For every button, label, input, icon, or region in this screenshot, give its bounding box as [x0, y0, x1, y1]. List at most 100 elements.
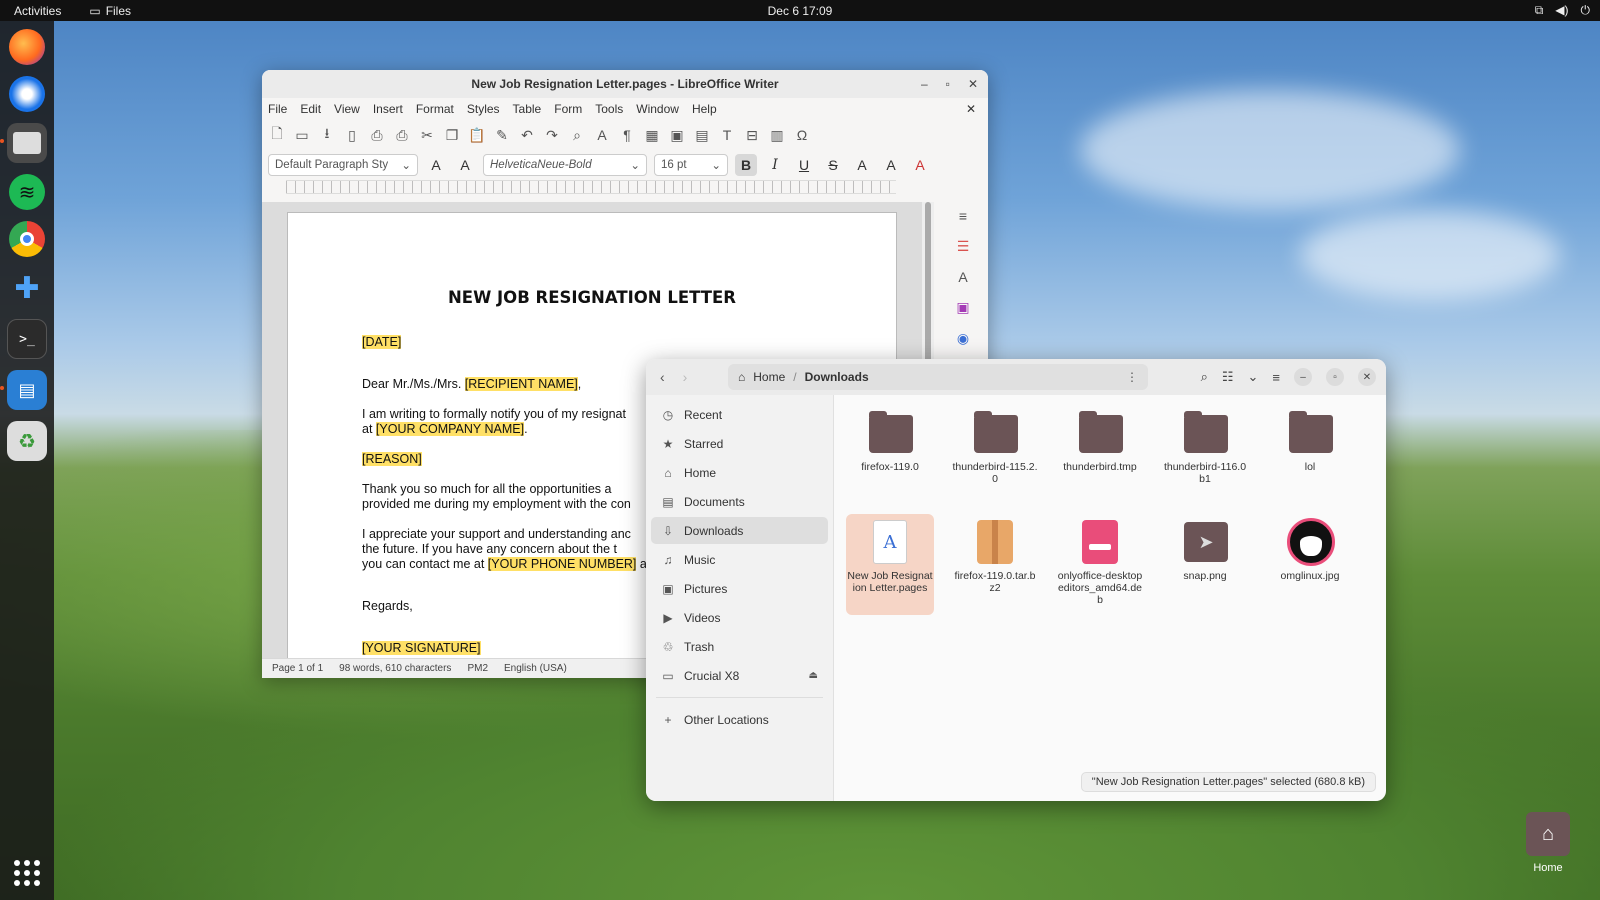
path-home[interactable]: Home	[753, 370, 785, 384]
clock[interactable]: Dec 6 17:09	[768, 4, 833, 18]
styles-icon[interactable]: A	[958, 269, 967, 285]
open-icon[interactable]: ▭	[293, 127, 311, 144]
status-language[interactable]: English (USA)	[504, 663, 567, 674]
clear-formatting-icon[interactable]: A	[909, 154, 931, 176]
file-item[interactable]: thunderbird-115.2.0	[951, 405, 1039, 506]
terminal-icon[interactable]: >_	[7, 319, 47, 359]
writer-titlebar[interactable]: New Job Resignation Letter.pages - Libre…	[262, 70, 988, 98]
insert-image-icon[interactable]: ▣	[668, 127, 686, 144]
menu-styles[interactable]: Styles	[467, 102, 500, 116]
insert-field-icon[interactable]: ▥	[768, 127, 786, 144]
spelling-icon[interactable]: A	[593, 127, 611, 143]
desktop-home-shortcut[interactable]: ⌂ Home	[1522, 812, 1574, 874]
sidebar-item-trash[interactable]: ♲ Trash	[651, 633, 828, 660]
firefox-icon[interactable]	[9, 29, 45, 65]
app-menu[interactable]: ▭ Files	[89, 4, 131, 18]
menu-file[interactable]: File	[268, 102, 287, 116]
files-headerbar[interactable]: ‹ › ⌂ Home / Downloads ⋮ ⌕ ☷ ⌄ ≡ – ▫ ✕	[646, 359, 1386, 395]
back-icon[interactable]: ‹	[660, 369, 665, 385]
update-style-icon[interactable]: A	[425, 154, 447, 176]
files-icon[interactable]	[0, 123, 47, 163]
file-item-selected[interactable]: A New Job Resignation Letter.pages	[846, 514, 934, 615]
more-options-icon[interactable]: ⋮	[1126, 370, 1138, 384]
show-apps-icon[interactable]	[14, 860, 40, 886]
bold-icon[interactable]: B	[735, 154, 757, 176]
file-item[interactable]: thunderbird-116.0b1	[1161, 405, 1249, 506]
thunderbird-icon[interactable]	[9, 76, 45, 112]
horizontal-ruler[interactable]	[286, 180, 896, 194]
menu-view[interactable]: View	[334, 102, 360, 116]
status-page[interactable]: Page 1 of 1	[272, 663, 323, 674]
sidebar-item-other-locations[interactable]: + Other Locations	[651, 706, 828, 733]
gallery-icon[interactable]: ▣	[956, 299, 969, 316]
sidebar-item-crucial-x8[interactable]: ▭ Crucial X8 ⏏	[651, 662, 828, 689]
insert-chart-icon[interactable]: ▤	[693, 127, 711, 144]
copy-icon[interactable]: ❐	[443, 127, 461, 144]
view-list-icon[interactable]: ☷	[1222, 369, 1234, 385]
formatting-marks-icon[interactable]: ¶	[618, 127, 636, 143]
extensions-icon[interactable]: ✚	[7, 268, 47, 308]
close-icon[interactable]: ✕	[1358, 368, 1376, 386]
status-words[interactable]: 98 words, 610 characters	[339, 663, 451, 674]
font-size-select[interactable]: 16 pt ⌄	[654, 154, 728, 176]
hamburger-menu-icon[interactable]: ≡	[1272, 370, 1280, 385]
new-style-icon[interactable]: A	[454, 154, 476, 176]
file-item[interactable]: ➤ snap.png	[1161, 514, 1249, 615]
search-icon[interactable]: ⌕	[1201, 369, 1208, 385]
forward-icon[interactable]: ›	[683, 369, 688, 385]
menu-window[interactable]: Window	[636, 102, 679, 116]
path-current[interactable]: Downloads	[805, 370, 869, 384]
paragraph-style-select[interactable]: Default Paragraph Sty ⌄	[268, 154, 418, 176]
paste-icon[interactable]: 📋	[468, 127, 486, 144]
insert-textbox-icon[interactable]: T	[718, 127, 736, 143]
writer-icon[interactable]: ▤	[0, 370, 47, 410]
minimize-icon[interactable]: –	[921, 77, 928, 91]
find-replace-icon[interactable]: ⌕	[568, 127, 586, 144]
close-icon[interactable]: ✕	[968, 77, 978, 91]
underline-icon[interactable]: U	[793, 154, 815, 176]
file-item[interactable]: thunderbird.tmp	[1056, 405, 1144, 506]
sidebar-menu-icon[interactable]: ≡	[959, 208, 967, 224]
chevron-down-icon[interactable]: ⌄	[1248, 369, 1259, 385]
file-item[interactable]: firefox-119.0	[846, 405, 934, 506]
properties-icon[interactable]: ☰	[957, 238, 970, 255]
menu-tools[interactable]: Tools	[595, 102, 623, 116]
undo-icon[interactable]: ↶	[518, 127, 536, 144]
sidebar-item-recent[interactable]: ◷ Recent	[651, 401, 828, 428]
spotify-icon[interactable]: ≋	[9, 174, 45, 210]
sidebar-item-documents[interactable]: ▤ Documents	[651, 488, 828, 515]
status-style[interactable]: PM2	[467, 663, 488, 674]
print-icon[interactable]: ⎙	[368, 127, 386, 144]
clone-format-icon[interactable]: ✎	[493, 127, 511, 144]
sidebar-item-downloads[interactable]: ⇩ Downloads	[651, 517, 828, 544]
cut-icon[interactable]: ✂	[418, 127, 436, 144]
insert-table-icon[interactable]: ▦	[643, 127, 661, 144]
print-preview-icon[interactable]: ⎙	[393, 127, 411, 144]
superscript-icon[interactable]: A	[851, 154, 873, 176]
special-character-icon[interactable]: Ω	[793, 127, 811, 143]
menu-edit[interactable]: Edit	[300, 102, 321, 116]
new-document-icon[interactable]: 🗋	[268, 123, 286, 147]
export-pdf-icon[interactable]: ▯	[343, 127, 361, 144]
navigator-icon[interactable]: ◉	[957, 330, 969, 347]
maximize-icon[interactable]: ▫	[1326, 368, 1344, 386]
file-item[interactable]: omglinux.jpg	[1266, 514, 1354, 615]
activities-button[interactable]: Activities	[14, 4, 61, 18]
subscript-icon[interactable]: A	[880, 154, 902, 176]
menu-form[interactable]: Form	[554, 102, 582, 116]
menu-table[interactable]: Table	[513, 102, 542, 116]
page-break-icon[interactable]: ⊟	[743, 127, 761, 144]
file-item[interactable]: onlyoffice-desktopeditors_amd64.deb	[1056, 514, 1144, 615]
menu-insert[interactable]: Insert	[373, 102, 403, 116]
sidebar-item-videos[interactable]: ▶ Videos	[651, 604, 828, 631]
redo-icon[interactable]: ↷	[543, 127, 561, 144]
close-document-icon[interactable]: ✕	[966, 102, 976, 116]
eject-icon[interactable]: ⏏	[809, 670, 818, 681]
strikethrough-icon[interactable]: S	[822, 154, 844, 176]
scrollbar-thumb[interactable]	[925, 202, 931, 382]
file-item[interactable]: lol	[1266, 405, 1354, 506]
save-icon[interactable]: ⭳	[318, 123, 336, 147]
sidebar-item-music[interactable]: ♫ Music	[651, 546, 828, 573]
menu-help[interactable]: Help	[692, 102, 717, 116]
maximize-icon[interactable]: ▫	[946, 77, 950, 91]
